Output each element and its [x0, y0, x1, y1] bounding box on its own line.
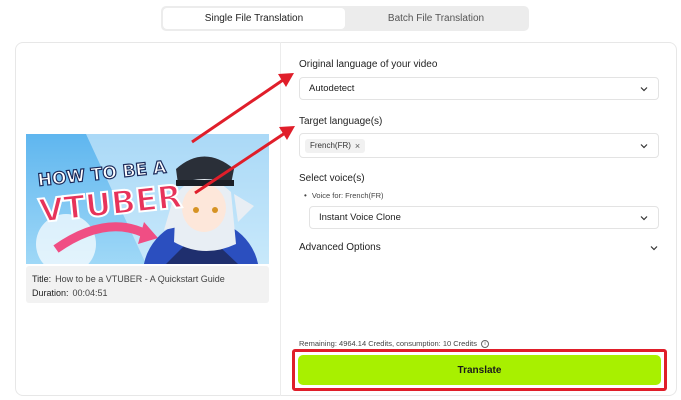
select-voices-label: Select voice(s) [299, 173, 365, 184]
chevron-down-icon [640, 215, 648, 220]
voice-for-label: • Voice for: French(FR) [304, 191, 384, 200]
voice-select[interactable]: Instant Voice Clone [309, 206, 659, 229]
remove-chip-icon[interactable]: × [355, 141, 360, 151]
advanced-options-toggle[interactable]: Advanced Options [299, 242, 659, 253]
panel-divider [280, 42, 281, 396]
tab-single-file-translation[interactable]: Single File Translation [163, 8, 345, 29]
video-duration: 00:04:51 [72, 288, 108, 298]
tab-batch-file-translation[interactable]: Batch File Translation [345, 8, 527, 29]
video-thumbnail: HOW TO BE A VTUBER [26, 134, 269, 264]
chip-label: French(FR) [310, 141, 351, 150]
video-title: How to be a VTUBER - A Quickstart Guide [55, 274, 225, 284]
target-language-chip: French(FR) × [305, 138, 366, 153]
chevron-down-icon [640, 86, 648, 91]
voice-value: Instant Voice Clone [319, 212, 401, 223]
target-language-label: Target language(s) [299, 116, 383, 127]
credits-text: Remaining: 4964.14 Credits, consumption:… [299, 339, 478, 348]
original-language-label: Original language of your video [299, 59, 438, 70]
title-label: Title: [32, 274, 52, 284]
original-language-value: Autodetect [309, 83, 355, 94]
original-language-select[interactable]: Autodetect [299, 77, 659, 100]
info-icon[interactable]: i [481, 339, 490, 348]
video-meta: Title: How to be a VTUBER - A Quickstart … [26, 266, 269, 303]
credits-remaining: Remaining: 4964.14 Credits, consumption:… [299, 339, 490, 348]
chevron-down-icon [640, 143, 648, 148]
advanced-options-label: Advanced Options [299, 242, 381, 253]
bullet-icon: • [304, 191, 307, 200]
target-language-select[interactable]: French(FR) × [299, 133, 659, 158]
duration-label: Duration: [32, 288, 69, 298]
translate-highlight-box: Translate [292, 349, 667, 391]
translate-button[interactable]: Translate [298, 355, 661, 385]
chevron-down-icon [650, 245, 658, 250]
translation-mode-tabs: Single File Translation Batch File Trans… [161, 6, 529, 31]
